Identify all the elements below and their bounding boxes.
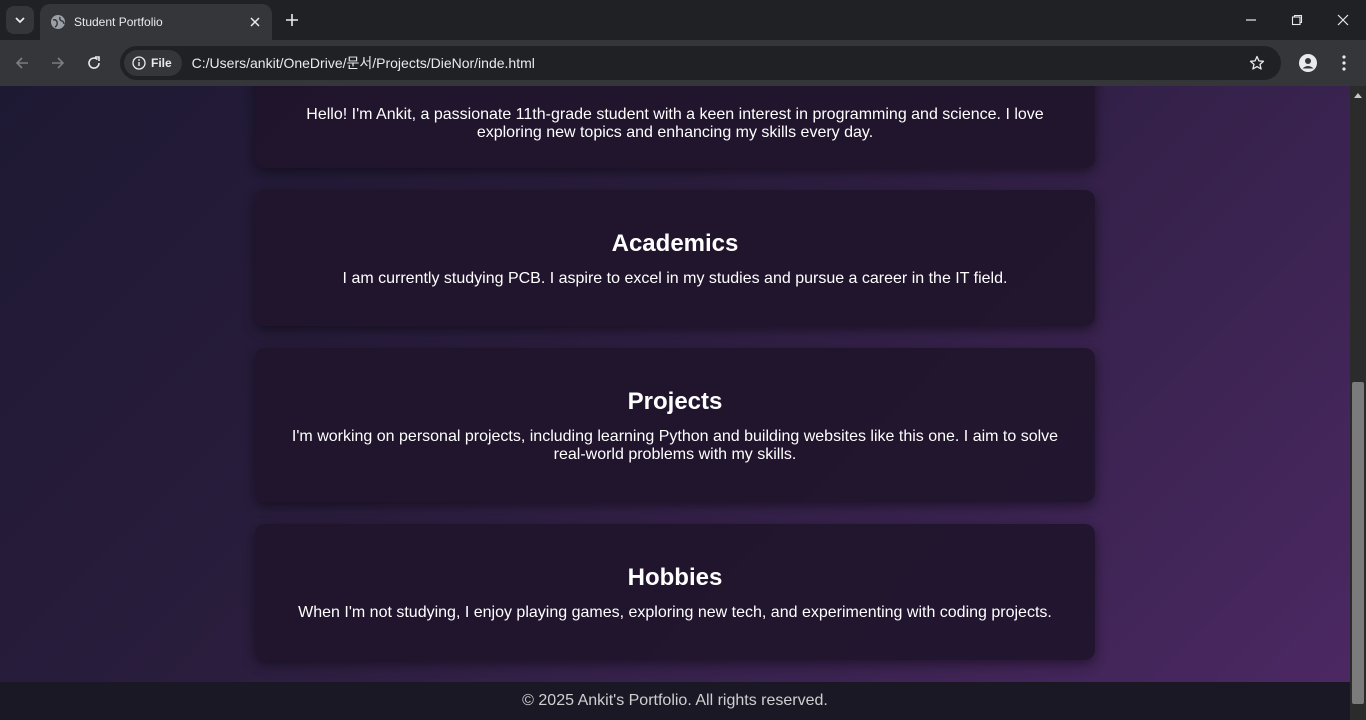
footer-text: © 2025 Ankit's Portfolio. All rights res…	[522, 692, 828, 709]
back-button[interactable]	[10, 51, 34, 75]
globe-icon	[50, 14, 66, 30]
page-viewport: Hello! I'm Ankit, a passionate 11th-grad…	[0, 86, 1350, 720]
bookmark-button[interactable]	[1247, 53, 1267, 73]
about-card: Hello! I'm Ankit, a passionate 11th-grad…	[255, 86, 1095, 168]
academics-card: Academics I am currently studying PCB. I…	[255, 190, 1095, 326]
forward-button[interactable]	[46, 51, 70, 75]
star-icon	[1249, 55, 1265, 70]
file-scheme-label: File	[151, 56, 172, 70]
arrow-left-icon	[15, 57, 28, 69]
restore-button[interactable]	[1285, 8, 1309, 32]
active-tab[interactable]: Student Portfolio	[40, 4, 272, 40]
projects-card: Projects I'm working on personal project…	[255, 348, 1095, 502]
info-icon	[132, 56, 146, 70]
reload-button[interactable]	[82, 51, 106, 75]
about-text: Hello! I'm Ankit, a passionate 11th-grad…	[306, 106, 1044, 141]
tab-strip: Student Portfolio	[0, 0, 1366, 40]
browser-menu-button[interactable]	[1332, 51, 1356, 75]
profile-button[interactable]	[1296, 51, 1320, 75]
browser-toolbar: File C:/Users/ankit/OneDrive/문서/Projects…	[0, 40, 1366, 86]
restore-icon	[1291, 14, 1303, 26]
close-window-button[interactable]	[1331, 8, 1355, 32]
caret-up-icon	[1354, 93, 1362, 98]
academics-text: I am currently studying PCB. I aspire to…	[342, 270, 1008, 287]
hobbies-card: Hobbies When I'm not studying, I enjoy p…	[255, 524, 1095, 660]
close-icon	[1337, 14, 1349, 26]
reload-icon	[88, 56, 100, 69]
url-text[interactable]: C:/Users/ankit/OneDrive/문서/Projects/DieN…	[192, 53, 535, 73]
tab-title: Student Portfolio	[74, 15, 163, 29]
minimize-icon	[1246, 19, 1256, 21]
address-bar[interactable]: File C:/Users/ankit/OneDrive/문서/Projects…	[120, 46, 1281, 80]
academics-heading: Academics	[611, 230, 739, 257]
close-icon[interactable]	[246, 13, 264, 31]
plus-icon	[286, 14, 298, 26]
minimize-button[interactable]	[1239, 8, 1263, 32]
site-info-chip[interactable]: File	[124, 50, 182, 76]
hobbies-text: When I'm not studying, I enjoy playing g…	[298, 604, 1052, 621]
chevron-down-icon	[15, 17, 25, 24]
kebab-menu-icon	[1342, 55, 1346, 71]
projects-heading: Projects	[627, 388, 723, 415]
tab-search-button[interactable]	[6, 6, 34, 34]
scroll-thumb[interactable]	[1352, 382, 1364, 704]
profile-icon	[1299, 54, 1317, 72]
page-footer: © 2025 Ankit's Portfolio. All rights res…	[0, 682, 1350, 720]
new-tab-button[interactable]	[280, 8, 304, 32]
projects-text: I'm working on personal projects, includ…	[291, 428, 1059, 463]
scroll-up-button[interactable]	[1350, 88, 1366, 102]
page-scrollbar[interactable]	[1350, 86, 1366, 720]
hobbies-heading: Hobbies	[627, 564, 723, 591]
arrow-right-icon	[52, 57, 65, 69]
